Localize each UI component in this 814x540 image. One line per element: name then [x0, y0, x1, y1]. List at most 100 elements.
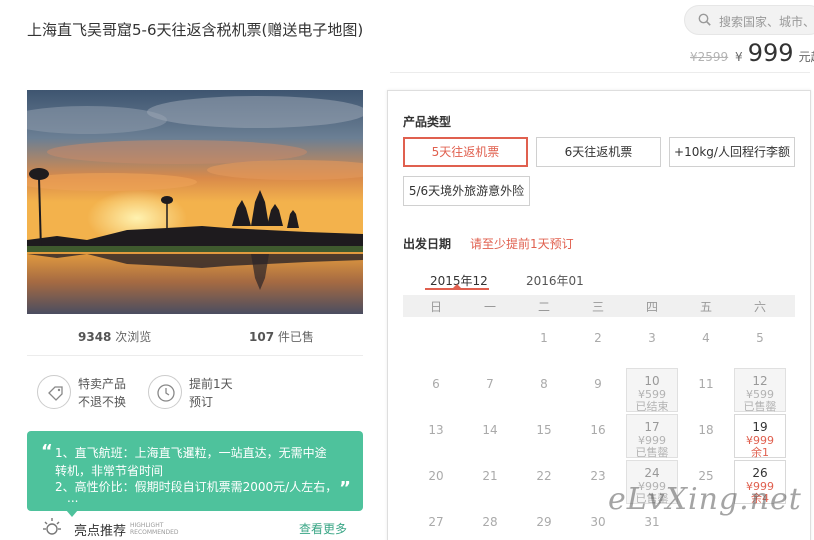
day-number: 21: [482, 469, 498, 483]
pointer-tip: [66, 510, 78, 517]
weekday-tue: 二: [537, 300, 550, 314]
price-number: 999: [747, 39, 794, 67]
day-number: 8: [540, 377, 548, 391]
tag-icon: [37, 375, 71, 409]
highlight-line: 1、直飞航班：上海直飞暹粒，一站直达，无需中途: [55, 446, 327, 460]
day-number: 16: [590, 423, 606, 437]
calendar-day: 17 ¥999 已售罄: [626, 414, 678, 459]
weekday-mon: 一: [483, 300, 496, 314]
calendar-day: 14: [464, 416, 516, 460]
calendar-day: 27: [410, 508, 462, 540]
day-status: 已售罄: [743, 400, 777, 413]
option-5day-flight[interactable]: 5天往返机票: [403, 137, 528, 167]
day-number: 18: [698, 423, 714, 437]
active-month-underline: [425, 288, 489, 290]
calendar-day: 1: [518, 324, 570, 368]
highlight-line: ...: [67, 491, 79, 505]
feature-special: 特卖产品 不退不换: [78, 377, 127, 409]
day-number: 15: [536, 423, 552, 437]
divider: [390, 72, 810, 73]
day-number: 13: [428, 423, 444, 437]
calendar-day: 6: [410, 370, 462, 414]
highlights-summary: “ 1、直飞航班：上海直飞暹粒，一站直达，无需中途 转机，非常节省时间 2、高性…: [27, 431, 363, 511]
calendar-day: 4: [680, 324, 732, 368]
calendar-day: 8: [518, 370, 570, 414]
sold-count: 107 件已售: [249, 330, 314, 344]
month-tab-2016-01[interactable]: 2016年01: [526, 272, 584, 289]
watermark: eLvXing.net: [608, 482, 802, 517]
calendar-day: 16: [572, 416, 624, 460]
day-number: 23: [590, 469, 606, 483]
day-number: 19: [752, 420, 768, 434]
day-number: 14: [482, 423, 498, 437]
weekday-thu: 四: [645, 300, 658, 314]
day-number: 11: [698, 377, 714, 391]
day-number: 25: [698, 469, 714, 483]
day-number: 1: [540, 331, 548, 345]
day-number: 10: [644, 374, 660, 388]
day-number: 4: [702, 331, 710, 345]
calendar-day: 15: [518, 416, 570, 460]
price-unit: 元起: [798, 50, 814, 64]
calendar-day: 29: [518, 508, 570, 540]
day-number: 27: [428, 515, 444, 529]
current-price: ¥ 999 元起: [735, 39, 814, 67]
day-number: 6: [432, 377, 440, 391]
option-extra-baggage[interactable]: +10kg/人回程行李额: [669, 137, 795, 167]
calendar-day: 18: [680, 416, 732, 460]
weekday-fri: 五: [699, 300, 712, 314]
sun-icon: [43, 518, 61, 535]
day-number: 3: [648, 331, 656, 345]
departure-label: 出发日期: [403, 237, 452, 251]
day-number: 12: [752, 374, 768, 388]
day-number: 2: [594, 331, 602, 345]
day-number: 22: [536, 469, 552, 483]
quote-close-icon: ”: [339, 478, 351, 499]
calendar-day: 22: [518, 462, 570, 506]
view-more-link[interactable]: 查看更多: [299, 520, 347, 537]
divider: [27, 355, 363, 356]
day-status: 已售罄: [635, 446, 669, 459]
calendar-day: 9: [572, 370, 624, 414]
feature-advance: 提前1天 预订: [189, 377, 233, 409]
day-number: 24: [644, 466, 660, 480]
day-number: 29: [536, 515, 552, 529]
calendar-day: 28: [464, 508, 516, 540]
calendar-day: 20: [410, 462, 462, 506]
day-number: 5: [756, 331, 764, 345]
calendar-day: 10 ¥599 已结束: [626, 368, 678, 413]
search-box[interactable]: 搜索国家、城市、: [684, 5, 814, 35]
highlight-subtitle: HIGHLIGHT RECOMMENDED: [130, 522, 179, 536]
day-number: 17: [644, 420, 660, 434]
page-title: 上海直飞吴哥窟5-6天往返含税机票(赠送电子地图): [27, 21, 364, 39]
active-month-marker: [453, 284, 461, 288]
quote-open-icon: “: [41, 441, 53, 462]
day-number: 7: [486, 377, 494, 391]
calendar-day: 12 ¥599 已售罄: [734, 368, 786, 413]
search-icon: [698, 13, 711, 26]
weekday-sat: 六: [753, 300, 766, 314]
day-status: 已结束: [635, 400, 669, 413]
weekday-sun: 日: [429, 300, 442, 314]
original-price: ¥2599: [690, 50, 729, 64]
option-6day-flight[interactable]: 6天往返机票: [536, 137, 661, 167]
search-input[interactable]: 搜索国家、城市、: [719, 13, 814, 30]
calendar-day: 2: [572, 324, 624, 368]
day-number: 9: [594, 377, 602, 391]
highlight-line: 2、高性价比：假期时段自订机票需2000元/人左右，: [55, 480, 338, 494]
calendar-day[interactable]: 19 ¥999 余1: [734, 414, 786, 459]
highlight-line: 转机，非常节省时间: [55, 464, 164, 478]
departure-notice: 请至少提前1天预订: [470, 237, 574, 251]
product-photo[interactable]: [27, 90, 363, 314]
calendar-day: 3: [626, 324, 678, 368]
highlight-title: 亮点推荐: [74, 524, 127, 539]
clock-icon: [148, 375, 182, 409]
calendar-day: 21: [464, 462, 516, 506]
day-number: 28: [482, 515, 498, 529]
calendar-day: 11: [680, 370, 732, 414]
option-insurance[interactable]: 5/6天境外旅游意外险: [403, 176, 530, 206]
day-number: 20: [428, 469, 444, 483]
calendar-day: 5: [734, 324, 786, 368]
views-count: 9348 次浏览: [78, 330, 152, 344]
currency-symbol: ¥: [735, 50, 743, 64]
